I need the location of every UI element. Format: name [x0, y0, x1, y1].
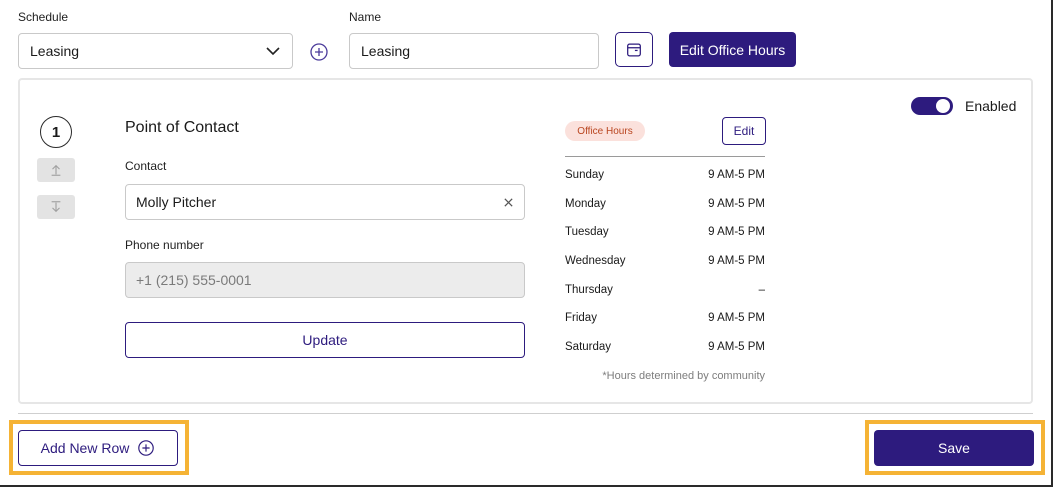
hours-time: 9 AM-5 PM — [708, 312, 765, 324]
clear-icon[interactable] — [503, 197, 514, 208]
contact-field[interactable]: Molly Pitcher — [125, 184, 525, 220]
add-schedule-button[interactable] — [309, 42, 329, 62]
name-label: Name — [349, 10, 382, 24]
chevron-down-icon — [266, 47, 280, 56]
hours-time: 9 AM-5 PM — [708, 198, 765, 210]
hours-time: 9 AM-5 PM — [708, 255, 765, 267]
calendar-button[interactable] — [615, 32, 653, 67]
hours-day: Saturday — [565, 341, 612, 353]
hours-day: Thursday — [565, 284, 613, 296]
move-up-button[interactable] — [37, 158, 75, 182]
divider — [565, 156, 765, 157]
hours-day: Friday — [565, 312, 597, 324]
phone-number-field[interactable]: +1 (215) 555-0001 — [125, 262, 525, 298]
hours-row: Friday 9 AM-5 PM — [565, 312, 765, 324]
add-new-row-button[interactable]: Add New Row — [18, 430, 178, 466]
plus-circle-icon — [138, 440, 155, 456]
footer-divider — [18, 413, 1033, 414]
add-new-row-label: Add New Row — [40, 440, 130, 456]
toggle-knob — [936, 99, 950, 113]
plus-circle-icon — [310, 43, 328, 61]
schedule-label: Schedule — [18, 10, 69, 24]
hours-day: Monday — [565, 198, 606, 210]
arrow-down-icon — [51, 201, 61, 213]
hours-time: 9 AM-5 PM — [708, 341, 765, 353]
hours-row: Saturday 9 AM-5 PM — [565, 341, 765, 353]
name-input[interactable]: Leasing — [349, 33, 599, 69]
hours-row: Thursday – — [565, 284, 765, 296]
arrow-up-icon — [51, 164, 61, 176]
hours-day: Tuesday — [565, 226, 609, 238]
update-button[interactable]: Update — [125, 322, 525, 358]
schedule-select[interactable]: Leasing — [18, 33, 293, 69]
save-button[interactable]: Save — [874, 430, 1034, 466]
contact-label: Contact — [125, 159, 167, 173]
move-down-button[interactable] — [37, 195, 75, 219]
schedule-select-value: Leasing — [30, 43, 80, 59]
row-number: 1 — [40, 116, 72, 148]
hours-day: Wednesday — [565, 255, 626, 267]
phone-number-label: Phone number — [125, 238, 204, 252]
hours-row: Wednesday 9 AM-5 PM — [565, 255, 765, 267]
enabled-toggle[interactable] — [911, 97, 953, 115]
enabled-label: Enabled — [965, 98, 1017, 114]
hours-row: Sunday 9 AM-5 PM — [565, 169, 765, 181]
hours-time: 9 AM-5 PM — [708, 169, 765, 181]
point-of-contact-title: Point of Contact — [125, 119, 239, 136]
hours-day: Sunday — [565, 169, 605, 181]
edit-office-hours-button[interactable]: Edit Office Hours — [669, 32, 796, 67]
calendar-icon — [627, 43, 641, 56]
office-hours-badge: Office Hours — [565, 121, 645, 141]
edit-hours-button[interactable]: Edit — [722, 117, 766, 145]
hours-time: – — [758, 284, 765, 296]
hours-time: 9 AM-5 PM — [708, 226, 765, 238]
hours-row: Monday 9 AM-5 PM — [565, 198, 765, 210]
hours-row: Tuesday 9 AM-5 PM — [565, 226, 765, 238]
contact-field-value: Molly Pitcher — [136, 194, 217, 210]
hours-note: *Hours determined by community — [602, 370, 765, 382]
